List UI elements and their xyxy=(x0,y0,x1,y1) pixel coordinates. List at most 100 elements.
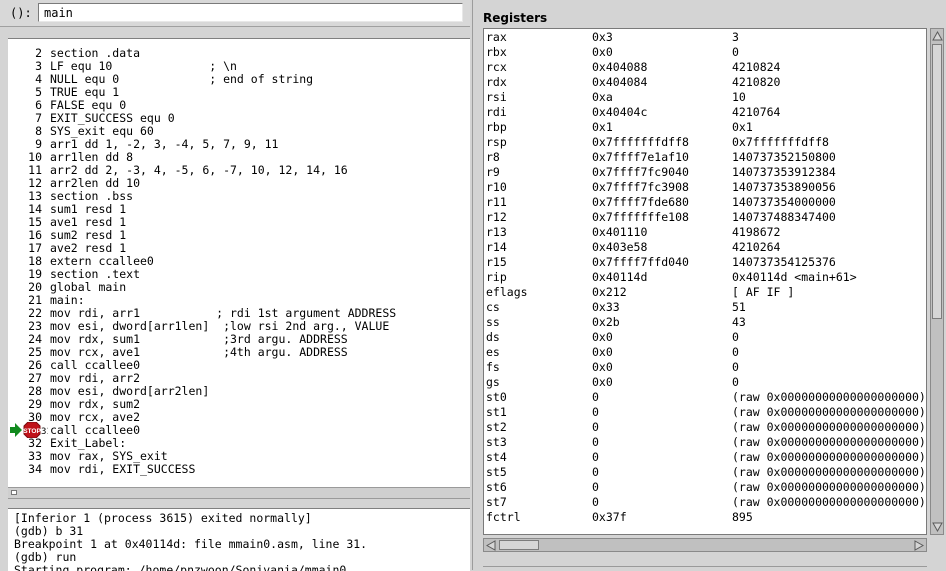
register-name: r12 xyxy=(486,210,507,224)
register-row[interactable]: rdi 0x40404c 4210764 xyxy=(484,105,926,120)
register-natural-value: 0 xyxy=(732,345,739,359)
line-number[interactable]: 34 xyxy=(8,463,42,476)
register-row[interactable]: r13 0x401110 4198672 xyxy=(484,225,926,240)
register-name: fs xyxy=(486,360,500,374)
register-row[interactable]: rdx 0x404084 4210820 xyxy=(484,75,926,90)
triangle-up-icon[interactable] xyxy=(932,31,943,42)
register-row[interactable]: cs 0x33 51 xyxy=(484,300,926,315)
gdb-console[interactable]: [Inferior 1 (process 3615) exited normal… xyxy=(8,508,470,571)
register-row[interactable]: st1 0 (raw 0x00000000000000000000) xyxy=(484,405,926,420)
register-hex-value: 0x0 xyxy=(592,375,613,389)
register-row[interactable]: eflags 0x212 [ AF IF ] xyxy=(484,285,926,300)
register-row[interactable]: r11 0x7ffff7fde680 140737354000000 xyxy=(484,195,926,210)
vertical-scroll-thumb[interactable] xyxy=(932,44,942,319)
horizontal-scroll-thumb[interactable] xyxy=(499,540,539,550)
register-row[interactable]: st3 0 (raw 0x00000000000000000000) xyxy=(484,435,926,450)
register-row[interactable]: st5 0 (raw 0x00000000000000000000) xyxy=(484,465,926,480)
register-row[interactable]: fs 0x0 0 xyxy=(484,360,926,375)
register-hex-value: 0x0 xyxy=(592,45,613,59)
register-name: st2 xyxy=(486,420,507,434)
divider xyxy=(483,566,927,567)
register-row[interactable]: rbp 0x1 0x1 xyxy=(484,120,926,135)
register-natural-value: 895 xyxy=(732,510,753,524)
register-row[interactable]: st6 0 (raw 0x00000000000000000000) xyxy=(484,480,926,495)
register-hex-value: 0 xyxy=(592,495,599,509)
expression-input[interactable] xyxy=(38,3,463,22)
register-row[interactable]: r8 0x7ffff7e1af10 140737352150800 xyxy=(484,150,926,165)
register-name: rdi xyxy=(486,105,507,119)
register-natural-value: 4210264 xyxy=(732,240,781,254)
register-hex-value: 0x7fffffffdff8 xyxy=(592,135,689,149)
register-name: fctrl xyxy=(486,510,521,524)
register-hex-value: 0x37f xyxy=(592,510,627,524)
triangle-right-icon[interactable] xyxy=(913,540,924,551)
breakpoint-line-number: 31 xyxy=(41,427,48,437)
register-name: r9 xyxy=(486,165,500,179)
register-natural-value: (raw 0x00000000000000000000) xyxy=(732,465,926,479)
register-hex-value: 0 xyxy=(592,420,599,434)
register-row[interactable]: rbx 0x0 0 xyxy=(484,45,926,60)
register-natural-value: 140737353890056 xyxy=(732,180,836,194)
register-name: gs xyxy=(486,375,500,389)
registers-horizontal-scrollbar[interactable] xyxy=(483,538,927,552)
register-row[interactable]: st0 0 (raw 0x00000000000000000000) xyxy=(484,390,926,405)
register-hex-value: 0x404088 xyxy=(592,60,648,74)
source-pane[interactable]: 2 section .data 3 LF equ 10 ; \n 4 NULL equ 0… xyxy=(8,38,470,487)
register-hex-value: 0x7ffff7fc3908 xyxy=(592,180,689,194)
register-row[interactable]: ds 0x0 0 xyxy=(484,330,926,345)
register-natural-value: 4210820 xyxy=(732,75,781,89)
register-name: rax xyxy=(486,30,507,44)
splitter-grip[interactable] xyxy=(11,490,17,495)
register-hex-value: 0x0 xyxy=(592,360,613,374)
register-hex-value: 0 xyxy=(592,480,599,494)
register-hex-value: 0x7ffff7ffd040 xyxy=(592,255,689,269)
triangle-left-icon[interactable] xyxy=(486,540,497,551)
register-name: st6 xyxy=(486,480,507,494)
register-name: st1 xyxy=(486,405,507,419)
register-natural-value: 4210764 xyxy=(732,105,781,119)
pc-arrow-icon xyxy=(10,423,22,437)
register-row[interactable]: r14 0x403e58 4210264 xyxy=(484,240,926,255)
source-line[interactable]: 34 mov rdi, EXIT_SUCCESS xyxy=(8,463,468,476)
register-row[interactable]: gs 0x0 0 xyxy=(484,375,926,390)
register-natural-value: 0 xyxy=(732,330,739,344)
triangle-down-icon[interactable] xyxy=(932,521,943,532)
register-row[interactable]: r10 0x7ffff7fc3908 140737353890056 xyxy=(484,180,926,195)
register-row[interactable]: ss 0x2b 43 xyxy=(484,315,926,330)
register-row[interactable]: fctrl 0x37f 895 xyxy=(484,510,926,525)
register-row[interactable]: rip 0x40114d 0x40114d <main+61> xyxy=(484,270,926,285)
register-row[interactable]: rcx 0x404088 4210824 xyxy=(484,60,926,75)
register-name: es xyxy=(486,345,500,359)
register-row[interactable]: r15 0x7ffff7ffd040 140737354125376 xyxy=(484,255,926,270)
register-name: r15 xyxy=(486,255,507,269)
register-natural-value: 10 xyxy=(732,90,746,104)
expression-bar: (): xyxy=(0,0,470,27)
register-row[interactable]: st7 0 (raw 0x00000000000000000000) xyxy=(484,495,926,510)
register-row[interactable]: st2 0 (raw 0x00000000000000000000) xyxy=(484,420,926,435)
pane-splitter[interactable] xyxy=(8,487,470,499)
register-natural-value: [ AF IF ] xyxy=(732,285,795,299)
register-name: r13 xyxy=(486,225,507,239)
register-row[interactable]: st4 0 (raw 0x00000000000000000000) xyxy=(484,450,926,465)
register-row[interactable]: r9 0x7ffff7fc9040 140737353912384 xyxy=(484,165,926,180)
register-row[interactable]: r12 0x7fffffffe108 140737488347400 xyxy=(484,210,926,225)
register-natural-value: (raw 0x00000000000000000000) xyxy=(732,480,926,494)
register-natural-value: 0 xyxy=(732,360,739,374)
register-name: rsi xyxy=(486,90,507,104)
register-hex-value: 0x7ffff7fde680 xyxy=(592,195,689,209)
registers-list[interactable]: rax 0x3 3 rbx 0x0 0 rcx 0x404088 4210824 rdx 0x404… xyxy=(483,28,927,535)
register-row[interactable]: rax 0x3 3 xyxy=(484,30,926,45)
register-name: ds xyxy=(486,330,500,344)
register-natural-value: 140737488347400 xyxy=(732,210,836,224)
register-row[interactable]: rsi 0xa 10 xyxy=(484,90,926,105)
register-natural-value: (raw 0x00000000000000000000) xyxy=(732,390,926,404)
register-hex-value: 0x40404c xyxy=(592,105,648,119)
register-row[interactable]: rsp 0x7fffffffdff8 0x7fffffffdff8 xyxy=(484,135,926,150)
registers-title: Registers xyxy=(483,11,548,25)
registers-vertical-scrollbar[interactable] xyxy=(930,28,944,535)
register-natural-value: (raw 0x00000000000000000000) xyxy=(732,420,926,434)
register-name: st3 xyxy=(486,435,507,449)
registers-window: Registers rax 0x3 3 rbx 0x0 0 rcx 0x404088 42108… xyxy=(472,0,946,570)
register-row[interactable]: es 0x0 0 xyxy=(484,345,926,360)
register-hex-value: 0x1 xyxy=(592,120,613,134)
